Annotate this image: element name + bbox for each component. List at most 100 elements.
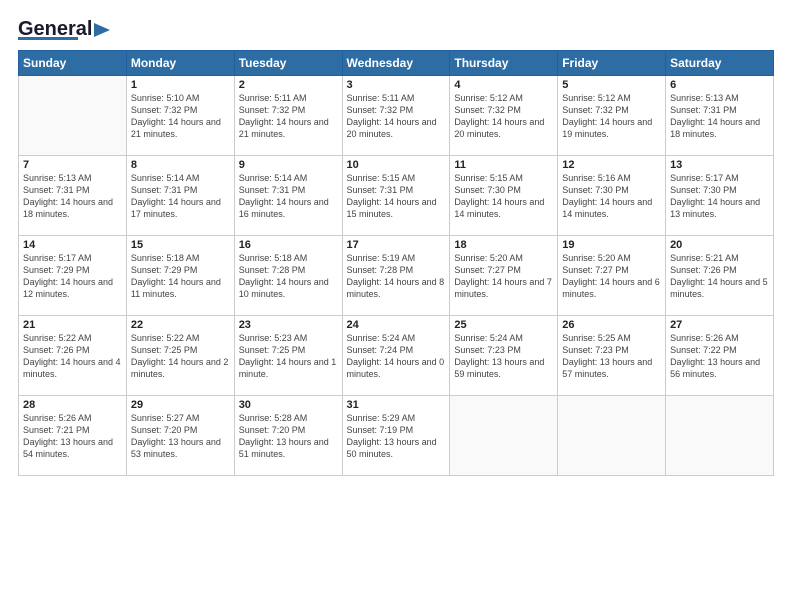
calendar-cell: 25 Sunrise: 5:24 AMSunset: 7:23 PMDaylig… [450, 316, 558, 396]
cell-info: Sunrise: 5:29 AMSunset: 7:19 PMDaylight:… [347, 412, 446, 461]
cell-info: Sunrise: 5:20 AMSunset: 7:27 PMDaylight:… [454, 252, 553, 301]
week-row-5: 28 Sunrise: 5:26 AMSunset: 7:21 PMDaylig… [19, 396, 774, 476]
day-header-friday: Friday [558, 51, 666, 76]
day-number: 1 [131, 79, 230, 91]
day-number: 12 [562, 159, 661, 171]
logo: General [18, 18, 112, 40]
day-number: 8 [131, 159, 230, 171]
day-header-wednesday: Wednesday [342, 51, 450, 76]
calendar-cell: 1 Sunrise: 5:10 AMSunset: 7:32 PMDayligh… [126, 76, 234, 156]
calendar-cell: 11 Sunrise: 5:15 AMSunset: 7:30 PMDaylig… [450, 156, 558, 236]
cell-info: Sunrise: 5:14 AMSunset: 7:31 PMDaylight:… [239, 172, 338, 221]
day-header-sunday: Sunday [19, 51, 127, 76]
calendar-cell: 12 Sunrise: 5:16 AMSunset: 7:30 PMDaylig… [558, 156, 666, 236]
calendar-cell: 7 Sunrise: 5:13 AMSunset: 7:31 PMDayligh… [19, 156, 127, 236]
day-number: 17 [347, 239, 446, 251]
cell-info: Sunrise: 5:12 AMSunset: 7:32 PMDaylight:… [454, 92, 553, 141]
calendar-cell: 20 Sunrise: 5:21 AMSunset: 7:26 PMDaylig… [666, 236, 774, 316]
calendar-cell: 29 Sunrise: 5:27 AMSunset: 7:20 PMDaylig… [126, 396, 234, 476]
calendar-cell: 15 Sunrise: 5:18 AMSunset: 7:29 PMDaylig… [126, 236, 234, 316]
calendar-cell [666, 396, 774, 476]
logo-underline [18, 37, 78, 40]
calendar-cell: 28 Sunrise: 5:26 AMSunset: 7:21 PMDaylig… [19, 396, 127, 476]
day-number: 21 [23, 319, 122, 331]
cell-info: Sunrise: 5:19 AMSunset: 7:28 PMDaylight:… [347, 252, 446, 301]
cell-info: Sunrise: 5:25 AMSunset: 7:23 PMDaylight:… [562, 332, 661, 381]
cell-info: Sunrise: 5:14 AMSunset: 7:31 PMDaylight:… [131, 172, 230, 221]
calendar-cell: 16 Sunrise: 5:18 AMSunset: 7:28 PMDaylig… [234, 236, 342, 316]
day-number: 9 [239, 159, 338, 171]
calendar-cell [450, 396, 558, 476]
calendar-cell: 23 Sunrise: 5:23 AMSunset: 7:25 PMDaylig… [234, 316, 342, 396]
day-header-thursday: Thursday [450, 51, 558, 76]
day-number: 23 [239, 319, 338, 331]
cell-info: Sunrise: 5:27 AMSunset: 7:20 PMDaylight:… [131, 412, 230, 461]
calendar-cell: 10 Sunrise: 5:15 AMSunset: 7:31 PMDaylig… [342, 156, 450, 236]
day-header-monday: Monday [126, 51, 234, 76]
week-row-4: 21 Sunrise: 5:22 AMSunset: 7:26 PMDaylig… [19, 316, 774, 396]
calendar-cell: 30 Sunrise: 5:28 AMSunset: 7:20 PMDaylig… [234, 396, 342, 476]
cell-info: Sunrise: 5:26 AMSunset: 7:21 PMDaylight:… [23, 412, 122, 461]
calendar-cell: 22 Sunrise: 5:22 AMSunset: 7:25 PMDaylig… [126, 316, 234, 396]
day-number: 4 [454, 79, 553, 91]
day-number: 13 [670, 159, 769, 171]
week-row-3: 14 Sunrise: 5:17 AMSunset: 7:29 PMDaylig… [19, 236, 774, 316]
day-number: 18 [454, 239, 553, 251]
calendar-cell: 31 Sunrise: 5:29 AMSunset: 7:19 PMDaylig… [342, 396, 450, 476]
day-number: 5 [562, 79, 661, 91]
cell-info: Sunrise: 5:17 AMSunset: 7:29 PMDaylight:… [23, 252, 122, 301]
cell-info: Sunrise: 5:28 AMSunset: 7:20 PMDaylight:… [239, 412, 338, 461]
cell-info: Sunrise: 5:17 AMSunset: 7:30 PMDaylight:… [670, 172, 769, 221]
calendar-cell: 4 Sunrise: 5:12 AMSunset: 7:32 PMDayligh… [450, 76, 558, 156]
calendar-cell: 21 Sunrise: 5:22 AMSunset: 7:26 PMDaylig… [19, 316, 127, 396]
day-number: 30 [239, 399, 338, 411]
calendar-table: SundayMondayTuesdayWednesdayThursdayFrid… [18, 50, 774, 476]
calendar-cell [558, 396, 666, 476]
day-number: 15 [131, 239, 230, 251]
day-number: 20 [670, 239, 769, 251]
day-number: 7 [23, 159, 122, 171]
cell-info: Sunrise: 5:16 AMSunset: 7:30 PMDaylight:… [562, 172, 661, 221]
day-number: 19 [562, 239, 661, 251]
day-header-tuesday: Tuesday [234, 51, 342, 76]
cell-info: Sunrise: 5:11 AMSunset: 7:32 PMDaylight:… [239, 92, 338, 141]
cell-info: Sunrise: 5:11 AMSunset: 7:32 PMDaylight:… [347, 92, 446, 141]
day-number: 11 [454, 159, 553, 171]
day-number: 3 [347, 79, 446, 91]
cell-info: Sunrise: 5:10 AMSunset: 7:32 PMDaylight:… [131, 92, 230, 141]
cell-info: Sunrise: 5:22 AMSunset: 7:25 PMDaylight:… [131, 332, 230, 381]
calendar-cell: 8 Sunrise: 5:14 AMSunset: 7:31 PMDayligh… [126, 156, 234, 236]
cell-info: Sunrise: 5:22 AMSunset: 7:26 PMDaylight:… [23, 332, 122, 381]
calendar-cell: 6 Sunrise: 5:13 AMSunset: 7:31 PMDayligh… [666, 76, 774, 156]
day-number: 16 [239, 239, 338, 251]
day-number: 29 [131, 399, 230, 411]
cell-info: Sunrise: 5:23 AMSunset: 7:25 PMDaylight:… [239, 332, 338, 381]
day-number: 27 [670, 319, 769, 331]
calendar-cell: 17 Sunrise: 5:19 AMSunset: 7:28 PMDaylig… [342, 236, 450, 316]
day-number: 10 [347, 159, 446, 171]
cell-info: Sunrise: 5:20 AMSunset: 7:27 PMDaylight:… [562, 252, 661, 301]
cell-info: Sunrise: 5:13 AMSunset: 7:31 PMDaylight:… [670, 92, 769, 141]
week-row-2: 7 Sunrise: 5:13 AMSunset: 7:31 PMDayligh… [19, 156, 774, 236]
calendar-container: General SundayMondayTuesdayWednesdayThur… [0, 0, 792, 612]
cell-info: Sunrise: 5:18 AMSunset: 7:29 PMDaylight:… [131, 252, 230, 301]
day-number: 25 [454, 319, 553, 331]
cell-info: Sunrise: 5:13 AMSunset: 7:31 PMDaylight:… [23, 172, 122, 221]
calendar-cell: 18 Sunrise: 5:20 AMSunset: 7:27 PMDaylig… [450, 236, 558, 316]
logo-arrow-icon [92, 21, 112, 39]
day-number: 26 [562, 319, 661, 331]
day-number: 14 [23, 239, 122, 251]
calendar-cell: 14 Sunrise: 5:17 AMSunset: 7:29 PMDaylig… [19, 236, 127, 316]
calendar-cell: 13 Sunrise: 5:17 AMSunset: 7:30 PMDaylig… [666, 156, 774, 236]
calendar-cell: 24 Sunrise: 5:24 AMSunset: 7:24 PMDaylig… [342, 316, 450, 396]
day-header-saturday: Saturday [666, 51, 774, 76]
day-number: 6 [670, 79, 769, 91]
calendar-cell: 3 Sunrise: 5:11 AMSunset: 7:32 PMDayligh… [342, 76, 450, 156]
header: General [18, 18, 774, 40]
cell-info: Sunrise: 5:15 AMSunset: 7:31 PMDaylight:… [347, 172, 446, 221]
cell-info: Sunrise: 5:21 AMSunset: 7:26 PMDaylight:… [670, 252, 769, 301]
calendar-cell [19, 76, 127, 156]
week-row-1: 1 Sunrise: 5:10 AMSunset: 7:32 PMDayligh… [19, 76, 774, 156]
day-number: 31 [347, 399, 446, 411]
days-header-row: SundayMondayTuesdayWednesdayThursdayFrid… [19, 51, 774, 76]
